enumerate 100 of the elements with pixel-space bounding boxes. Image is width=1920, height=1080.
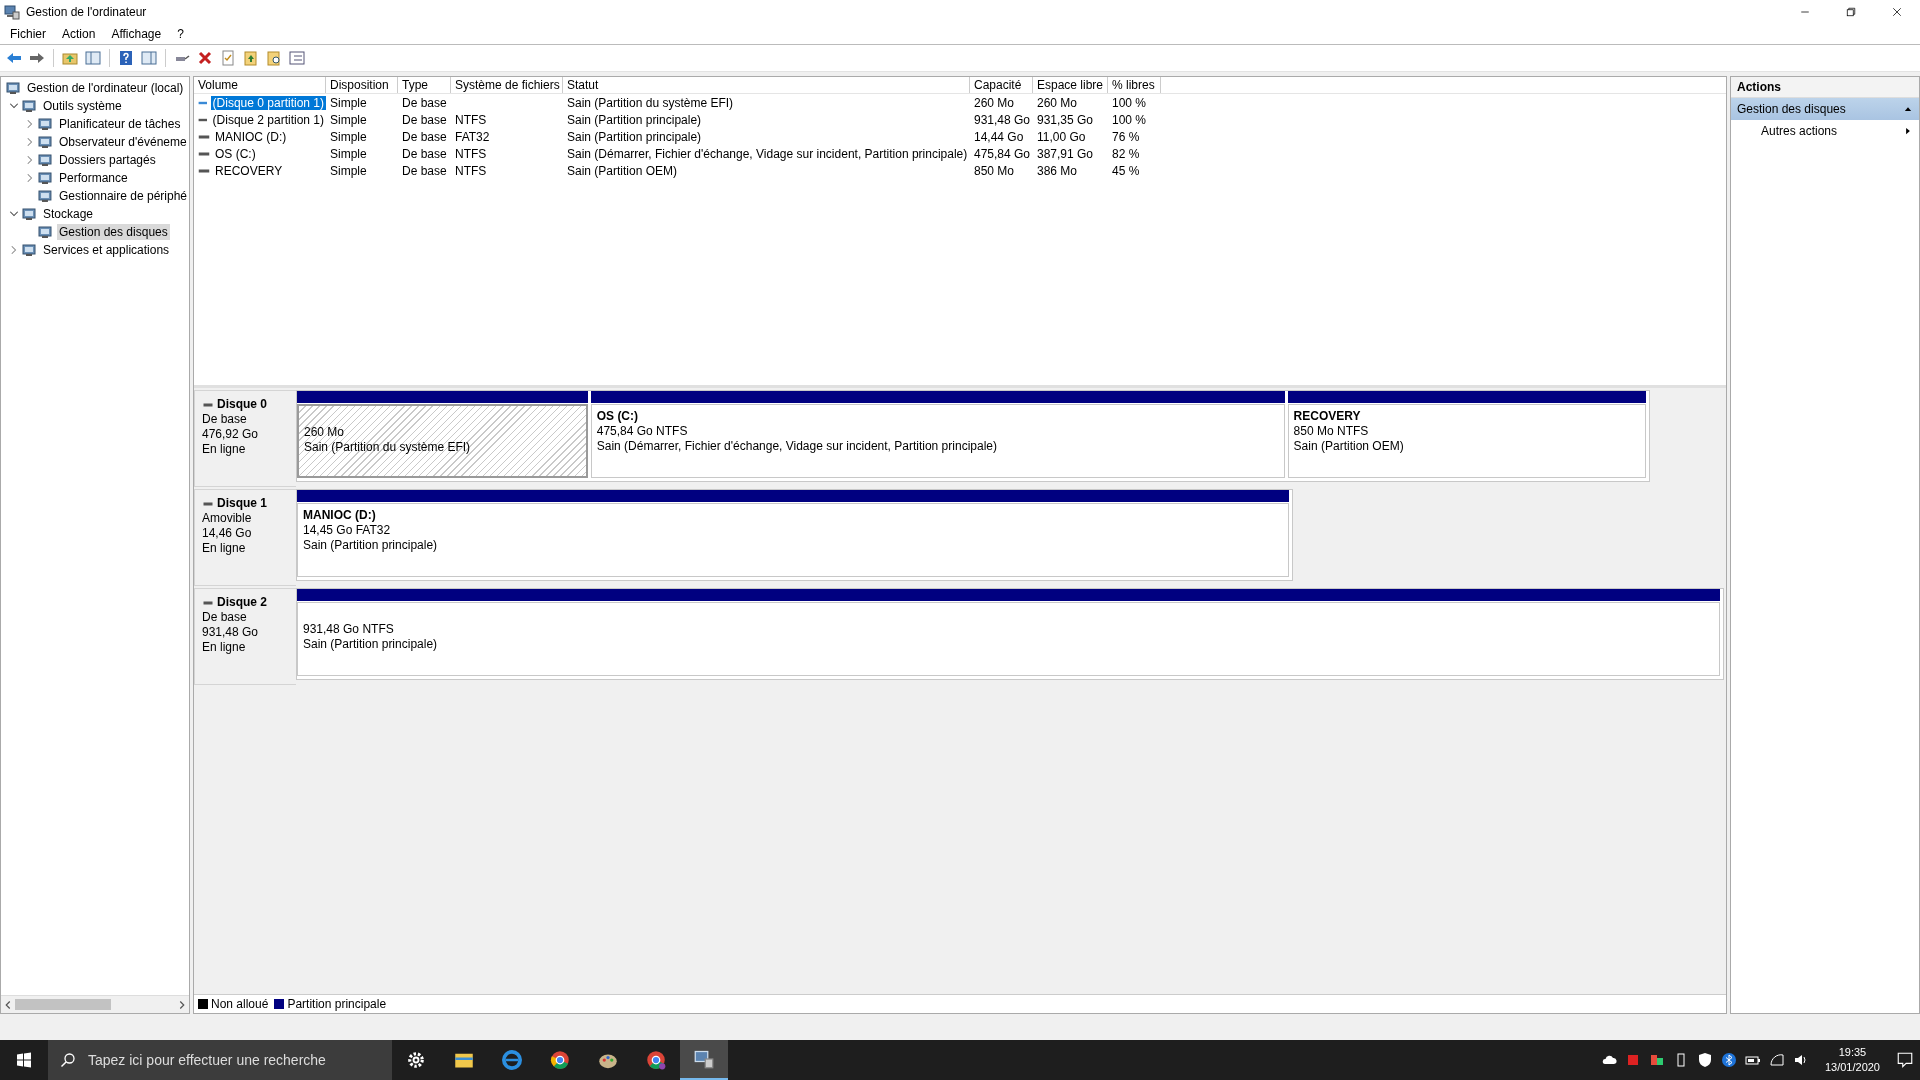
partition-status: Sain (Partition du système EFI) <box>304 440 472 455</box>
forward-arrow-icon <box>29 50 45 66</box>
tree-item[interactable]: Outils système <box>41 98 124 114</box>
volume-name[interactable]: MANIOC (D:) <box>213 129 289 144</box>
volume-name[interactable]: (Disque 0 partition 1) <box>210 95 326 110</box>
windows-logo-icon <box>16 1052 32 1068</box>
horizontal-scrollbar[interactable] <box>1 995 189 1013</box>
column-header[interactable]: Type <box>398 77 451 93</box>
disk-type: De base <box>202 412 248 427</box>
speaker-icon[interactable] <box>1792 1052 1809 1068</box>
bluetooth-icon[interactable] <box>1720 1052 1737 1068</box>
tree-item[interactable]: Dossiers partagés <box>57 152 158 168</box>
disk-state: En ligne <box>202 541 247 556</box>
computer-management-icon <box>4 4 20 20</box>
legend-label: Partition principale <box>287 997 387 1011</box>
partition-status: Sain (Partition principale) <box>303 637 439 652</box>
tree-item[interactable]: Stockage <box>41 206 96 222</box>
menu-item[interactable]: ? <box>169 27 192 41</box>
disk-label-panel[interactable]: Disque 0 De base 476,92 Go En ligne <box>194 390 296 487</box>
table-cell: 82 % <box>1112 146 1140 161</box>
clock-time: 19:35 <box>1838 1045 1867 1060</box>
partition-name: MANIOC (D:) <box>303 508 377 523</box>
browser-icon <box>550 1050 570 1070</box>
table-cell: Simple <box>330 129 367 144</box>
shield-icon[interactable] <box>1696 1052 1713 1068</box>
table-cell: 45 % <box>1112 163 1140 178</box>
disk-size: 931,48 Go <box>202 625 260 640</box>
search-field[interactable]: Tapez ici pour effectuer une recherche <box>48 1040 392 1080</box>
notification-icon[interactable] <box>1896 1051 1914 1069</box>
table-cell: Sain (Partition principale) <box>567 129 702 144</box>
partition-name: OS (C:) <box>596 409 640 424</box>
partition-name: RECOVERY <box>1293 409 1362 424</box>
actions-section[interactable]: Gestion des disques <box>1731 98 1919 120</box>
volume-name[interactable]: (Disque 2 partition 1) <box>210 112 326 127</box>
tree-item[interactable]: Observateur d'événeme <box>57 134 189 150</box>
table-cell: NTFS <box>455 112 487 127</box>
disk-state: En ligne <box>202 640 247 655</box>
table-cell: De base <box>402 129 447 144</box>
partition-size: 260 Mo <box>304 425 346 440</box>
table-cell: NTFS <box>455 146 487 161</box>
taskbar-clock[interactable]: 19:35 13/01/2020 <box>1816 1045 1888 1075</box>
table-cell: Sain (Démarrer, Fichier d'échange, Vidage sur incident, Partition principale) <box>567 146 968 161</box>
disk-label-panel[interactable]: Disque 1 Amovible 14,46 Go En ligne <box>194 489 296 586</box>
tree-item[interactable]: Gestion des disques <box>57 224 170 240</box>
table-cell: De base <box>402 95 447 110</box>
back-arrow-icon <box>6 50 22 66</box>
table-cell: 100 % <box>1112 95 1147 110</box>
tree-item[interactable]: Gestionnaire de périphé <box>56 188 189 204</box>
column-header[interactable]: Espace libre <box>1033 77 1108 93</box>
disk-name: Disque 2 <box>217 595 267 610</box>
folder-up-icon <box>62 50 78 66</box>
tree-item[interactable]: Gestion de l'ordinateur (local) <box>25 80 186 96</box>
volume-name[interactable]: OS (C:) <box>213 146 258 161</box>
disk-type: De base <box>202 610 248 625</box>
table-cell: 387,91 Go <box>1037 146 1094 161</box>
computer-management-icon <box>694 1049 714 1069</box>
disk-label-panel[interactable]: Disque 2 De base 931,48 Go En ligne <box>194 588 296 685</box>
table-cell: Sain (Partition OEM) <box>567 163 678 178</box>
table-cell: NTFS <box>455 163 487 178</box>
tree-item[interactable]: Planificateur de tâches <box>57 116 183 132</box>
tree-item[interactable]: Services et applications <box>41 242 172 258</box>
table-cell: De base <box>402 163 447 178</box>
table-cell: 76 % <box>1112 129 1140 144</box>
snapin-icon <box>37 224 53 240</box>
table-cell: 100 % <box>1112 112 1147 127</box>
partition-size: 14,45 Go FAT32 <box>303 523 392 538</box>
column-header[interactable]: Capacité <box>970 77 1033 93</box>
column-header[interactable]: % libres <box>1108 77 1161 93</box>
browser-icon <box>646 1050 666 1070</box>
partition-size: 931,48 Go NTFS <box>303 622 395 637</box>
folder-icon <box>243 50 259 66</box>
menu-item[interactable]: Action <box>54 27 104 41</box>
action-item[interactable]: Autres actions <box>1731 120 1919 142</box>
menu-item[interactable]: Fichier <box>2 27 54 41</box>
table-cell: 11,00 Go <box>1037 129 1086 144</box>
partition-status: Sain (Partition principale) <box>303 538 439 553</box>
app-tray-icon[interactable] <box>1648 1052 1665 1068</box>
column-header[interactable]: Volume <box>194 77 326 93</box>
snapin-icon <box>5 80 21 96</box>
legend-label: Non alloué <box>211 997 269 1011</box>
column-header[interactable]: Disposition <box>326 77 398 93</box>
table-cell: De base <box>402 112 447 127</box>
table-cell: 850 Mo <box>974 163 1015 178</box>
table-cell: 475,84 Go <box>974 146 1031 161</box>
disk-size: 476,92 Go <box>202 427 260 442</box>
tree-item[interactable]: Performance <box>57 170 130 186</box>
list-icon <box>289 50 305 66</box>
column-header[interactable]: Statut <box>563 77 970 93</box>
snapin-icon <box>21 206 37 222</box>
volume-name[interactable]: RECOVERY <box>213 163 285 178</box>
delete-icon <box>197 50 213 66</box>
folder-search-icon <box>266 50 282 66</box>
table-cell: 931,48 Go <box>974 112 1031 127</box>
gear-icon <box>406 1050 426 1070</box>
snapin-icon <box>21 242 37 258</box>
restore-icon <box>1845 6 1857 18</box>
clock-date: 13/01/2020 <box>1824 1060 1880 1075</box>
column-header[interactable]: Système de fichiers <box>451 77 563 93</box>
menu-item[interactable]: Affichage <box>103 27 170 41</box>
table-cell: 931,35 Go <box>1037 112 1094 127</box>
